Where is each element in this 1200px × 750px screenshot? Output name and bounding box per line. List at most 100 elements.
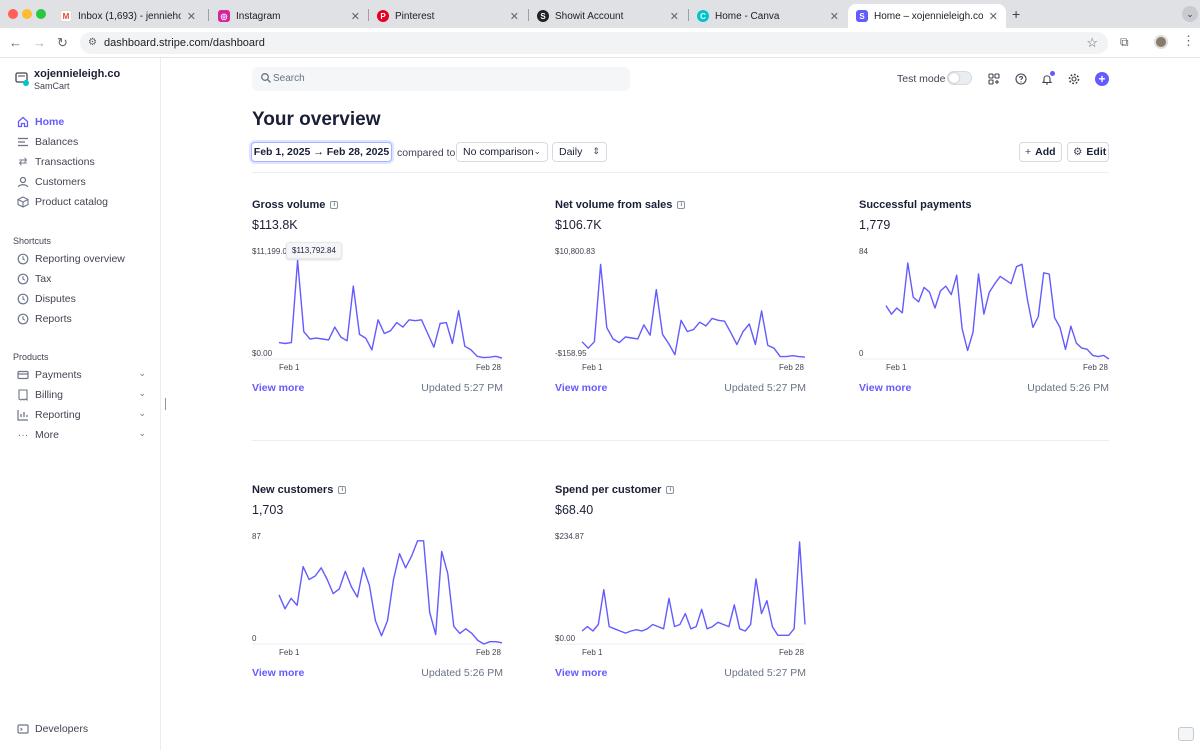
updated-timestamp: Updated 5:26 PM	[421, 667, 503, 679]
tab-title: Showit Account	[555, 10, 624, 22]
chevron-down-icon[interactable]: ⌄	[138, 428, 146, 439]
info-icon[interactable]: i	[666, 486, 675, 494]
sidebar-item-label: Developers	[35, 723, 89, 735]
edit-overview-button[interactable]: ⚙ Edit	[1067, 142, 1109, 162]
close-tab-icon[interactable]: ✕	[510, 10, 519, 23]
metric-title: Successful payments	[859, 199, 972, 211]
view-more-link[interactable]: View more	[252, 667, 304, 679]
settings-gear-icon[interactable]	[1067, 72, 1081, 86]
sidebar-item-customers[interactable]: Customers	[16, 174, 146, 190]
sidebar-item-balances[interactable]: Balances	[16, 134, 146, 150]
canva-icon: C	[697, 10, 709, 22]
account-name[interactable]: xojennieleigh.co	[34, 68, 120, 80]
test-mode-toggle[interactable]	[947, 71, 972, 85]
reload-icon[interactable]: ↻	[57, 35, 68, 51]
browser-tab[interactable]: M Inbox (1,693) - jennieholzer@ ✕	[52, 4, 204, 28]
bookmark-star-icon[interactable]: ☆	[1086, 35, 1098, 51]
sparkline-chart[interactable]	[252, 247, 503, 360]
sparkline-chart[interactable]	[252, 532, 503, 645]
close-window-button[interactable]	[8, 9, 18, 19]
date-range-picker[interactable]: Feb 1, 2025 → Feb 28, 2025	[251, 142, 392, 162]
forward-arrow-icon[interactable]: →	[33, 35, 46, 50]
search-input[interactable]: Search	[252, 67, 630, 91]
sidebar-item-payments[interactable]: Payments ⌄	[16, 367, 146, 383]
shortcut-reports[interactable]: Reports	[16, 311, 146, 327]
corner-panel-icon[interactable]	[1178, 727, 1194, 741]
chart-series-line	[278, 259, 503, 359]
sparkline-chart[interactable]	[555, 532, 806, 645]
metric-value: $106.7K	[555, 218, 602, 232]
sparkline-chart[interactable]	[859, 247, 1110, 360]
back-arrow-icon[interactable]: ←	[9, 35, 22, 50]
sidebar-item-billing[interactable]: Billing ⌄	[16, 387, 146, 403]
sidebar-item-product-catalog[interactable]: Product catalog	[16, 194, 146, 210]
site-settings-icon[interactable]: ⚙	[88, 37, 97, 48]
view-more-link[interactable]: View more	[555, 382, 607, 394]
minimize-window-button[interactable]	[22, 9, 32, 19]
sidebar-item-home[interactable]: Home	[16, 114, 146, 130]
address-bar[interactable]: ⚙ dashboard.stripe.com/dashboard ☆	[80, 32, 1108, 54]
close-tab-icon[interactable]: ✕	[351, 10, 360, 23]
metric-value: 1,703	[252, 503, 284, 517]
view-more-link[interactable]: View more	[555, 667, 607, 679]
browser-tab-active[interactable]: S Home – xojennieleigh.co – St ✕	[848, 4, 1006, 28]
shortcut-reporting-overview[interactable]: Reporting overview	[16, 251, 146, 267]
chart-series-line	[885, 262, 1110, 360]
sparkline-chart[interactable]	[555, 247, 806, 360]
browser-tab[interactable]: C Home - Canva ✕	[689, 4, 847, 28]
chevron-down-icon[interactable]: ⌄	[138, 408, 146, 419]
apps-grid-icon[interactable]	[987, 72, 1001, 86]
profile-avatar[interactable]	[1154, 35, 1168, 49]
browser-tab[interactable]: P Pinterest ✕	[369, 4, 527, 28]
updated-timestamp: Updated 5:27 PM	[724, 667, 806, 679]
close-tab-icon[interactable]: ✕	[989, 10, 998, 23]
sidebar-item-transactions[interactable]: ⇄ Transactions	[16, 154, 146, 170]
browser-tab[interactable]: ◎ Instagram ✕	[210, 4, 368, 28]
browser-menu-icon[interactable]: ⋮	[1182, 33, 1195, 49]
help-icon[interactable]	[1014, 72, 1028, 86]
sidebar-resize-handle[interactable]	[165, 398, 166, 410]
shortcut-tax[interactable]: Tax	[16, 271, 146, 287]
new-tab-button[interactable]: +	[1012, 6, 1020, 22]
add-widget-button[interactable]: + Add	[1019, 142, 1062, 162]
chart-series-line	[278, 540, 503, 645]
sidebar-item-label: Home	[35, 116, 65, 128]
metric-card-new-customers: New customers i 1,703 87 0 Feb 1 Feb 28 V…	[252, 484, 503, 684]
metric-title-text: Gross volume	[252, 199, 326, 211]
shortcut-disputes[interactable]: Disputes	[16, 291, 146, 307]
sidebar-item-developers[interactable]: Developers	[16, 722, 88, 736]
browser-tab[interactable]: S Showit Account ✕	[529, 4, 687, 28]
tab-search-chevron-icon[interactable]: ⌄	[1182, 6, 1198, 22]
info-icon[interactable]: i	[338, 486, 347, 494]
toggle-knob	[949, 73, 959, 83]
sidebar-item-label: Product catalog	[35, 196, 108, 208]
close-tab-icon[interactable]: ✕	[670, 10, 679, 23]
create-plus-button[interactable]: +	[1095, 72, 1109, 86]
interval-select[interactable]: Daily ⇕	[552, 142, 607, 162]
info-icon[interactable]: i	[330, 201, 339, 209]
metric-title: Gross volume i	[252, 199, 339, 211]
add-label: Add	[1035, 146, 1056, 158]
sidebar-item-more[interactable]: ··· More ⌄	[16, 427, 146, 443]
x-axis-start-label: Feb 1	[886, 363, 907, 372]
tab-title: Instagram	[236, 10, 281, 22]
info-icon[interactable]: i	[677, 201, 686, 209]
sidebar-item-reporting[interactable]: Reporting ⌄	[16, 407, 146, 423]
tab-title: Home - Canva	[715, 10, 780, 22]
chart-series-line	[581, 541, 806, 637]
test-mode-label: Test mode	[897, 73, 946, 85]
extensions-puzzle-icon[interactable]: ⧉	[1120, 35, 1129, 50]
view-more-link[interactable]: View more	[859, 382, 911, 394]
chevron-down-icon[interactable]: ⌄	[138, 368, 146, 379]
comparison-select[interactable]: No comparison ⌄	[456, 142, 548, 162]
metric-title-text: Net volume from sales	[555, 199, 673, 211]
metric-card-net-volume: Net volume from sales i $106.7K $10,800.8…	[555, 199, 806, 399]
developers-icon	[16, 722, 30, 736]
products-heading: Products	[13, 352, 49, 362]
chevron-down-icon[interactable]: ⌄	[138, 388, 146, 399]
maximize-window-button[interactable]	[36, 9, 46, 19]
close-tab-icon[interactable]: ✕	[830, 10, 839, 23]
tab-separator	[208, 9, 209, 21]
close-tab-icon[interactable]: ✕	[187, 10, 196, 23]
view-more-link[interactable]: View more	[252, 382, 304, 394]
